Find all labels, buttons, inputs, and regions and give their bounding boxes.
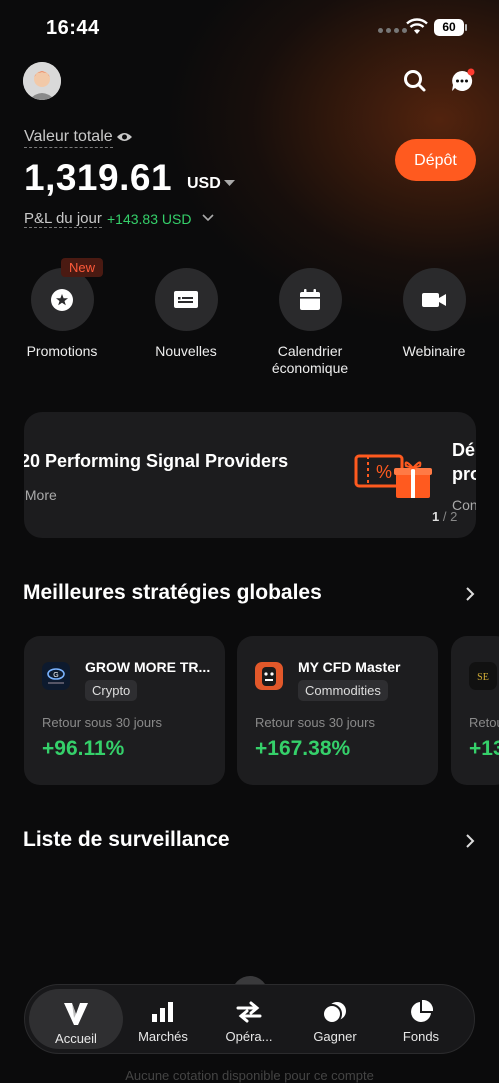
carousel-pager: 1 / 2: [432, 509, 457, 524]
nav-home[interactable]: Accueil: [29, 989, 123, 1049]
wifi-icon: [406, 18, 428, 34]
daily-pnl-label: P&L du jour: [24, 210, 102, 228]
return-value: +13: [469, 737, 499, 760]
home-logo-icon: [64, 1003, 88, 1025]
pager-total: / 2: [442, 509, 458, 524]
total-value-label: Valeur totale: [24, 128, 113, 148]
strategy-name: MY CFD Master: [298, 659, 401, 675]
eye-icon[interactable]: [116, 130, 133, 144]
star-ticket-icon: [51, 288, 73, 311]
cfd-master-logo-icon: [255, 662, 283, 690]
signal-dots-icon: [378, 28, 407, 33]
promo-banner-carousel[interactable]: p 20 Performing Signal Providers v More …: [24, 412, 476, 538]
nav-earn-label: Gagner: [313, 1029, 357, 1044]
next-slide-title-2: pro: [452, 464, 476, 484]
calendar-action[interactable]: Calendrier économique: [255, 268, 365, 377]
webinar-action[interactable]: Webinaire: [379, 268, 489, 360]
strategy-card[interactable]: SE Retou +13: [451, 636, 499, 785]
strategy-logo-icon: SE: [469, 662, 497, 690]
banner-view-more[interactable]: v More: [24, 487, 57, 503]
chevron-right-icon[interactable]: [465, 586, 475, 602]
strategy-tag: Commodities: [298, 680, 388, 701]
caret-down-icon[interactable]: [224, 180, 235, 187]
avatar[interactable]: [23, 62, 61, 100]
return-value: +167.38%: [255, 737, 351, 760]
return-label: Retou: [469, 715, 499, 730]
pie-chart-icon: [411, 1000, 433, 1022]
banner-title: p 20 Performing Signal Providers: [24, 451, 289, 471]
news-action[interactable]: Nouvelles: [131, 268, 241, 360]
bar-chart-icon: [152, 1002, 173, 1022]
chevron-down-icon[interactable]: [202, 214, 214, 222]
status-bar: 16:44 60: [0, 0, 499, 56]
watchlist-section-title[interactable]: Liste de surveillance: [23, 828, 230, 852]
svg-text:SE: SE: [477, 672, 489, 683]
webinar-label: Webinaire: [402, 343, 466, 359]
search-icon[interactable]: [402, 68, 428, 94]
bottom-nav: Accueil Marchés Opéra... Gagner Fonds: [24, 984, 475, 1054]
user-avatar-icon: [23, 62, 61, 100]
video-camera-icon: [422, 292, 446, 307]
return-value: +96.11%: [42, 737, 125, 760]
promotions-label: Promotions: [26, 343, 98, 359]
return-label: Retour sous 30 jours: [255, 715, 375, 730]
daily-pnl-value: +143.83 USD: [107, 211, 192, 227]
calendar-label: Calendrier économique: [271, 343, 349, 376]
news-label: Nouvelles: [155, 343, 217, 359]
nav-funds-label: Fonds: [402, 1029, 440, 1044]
deposit-button[interactable]: Dépôt: [395, 139, 476, 181]
strategy-name: GROW MORE TR...: [85, 659, 211, 675]
total-balance: 1,319.61: [24, 157, 173, 198]
strategies-section-title[interactable]: Meilleures stratégies globales: [23, 581, 322, 605]
news-screen-icon: [174, 290, 198, 308]
promotions-action[interactable]: Promotions: [7, 268, 117, 360]
chat-notification-icon[interactable]: [449, 68, 475, 94]
pager-current: 1: [432, 509, 440, 524]
svg-text:%: %: [376, 462, 392, 482]
return-label: Retour sous 30 jours: [42, 715, 162, 730]
new-badge: New: [61, 258, 104, 277]
next-slide-title-1: Dé: [452, 440, 476, 460]
nav-earn[interactable]: Gagner: [292, 985, 378, 1053]
strategy-card[interactable]: G GROW MORE TR... Crypto Retour sous 30 …: [24, 636, 225, 785]
nav-funds[interactable]: Fonds: [378, 985, 464, 1053]
currency-selector[interactable]: USD: [187, 175, 221, 193]
grow-more-logo-icon: G: [42, 662, 70, 690]
gift-voucher-icon: %: [354, 454, 432, 498]
strategy-card[interactable]: MY CFD Master Commodities Retour sous 30…: [237, 636, 438, 785]
nav-markets-label: Marchés: [138, 1029, 188, 1044]
watchlist-empty-hint: Aucune cotation disponible pour ce compt…: [125, 1068, 374, 1083]
nav-trade[interactable]: Opéra...: [206, 985, 292, 1053]
nav-markets[interactable]: Marchés: [120, 985, 206, 1053]
calendar-icon: [300, 288, 320, 310]
battery-level: 60: [434, 19, 464, 36]
strategy-tag: Crypto: [85, 680, 138, 701]
battery-tip: [465, 24, 467, 31]
swap-arrows-icon: [236, 1001, 262, 1023]
coins-icon: [322, 1002, 346, 1024]
chevron-right-icon[interactable]: [465, 833, 475, 849]
status-time: 16:44: [46, 17, 100, 39]
nav-trade-label: Opéra...: [225, 1029, 273, 1044]
svg-text:G: G: [53, 672, 58, 679]
nav-home-label: Accueil: [55, 1031, 97, 1046]
